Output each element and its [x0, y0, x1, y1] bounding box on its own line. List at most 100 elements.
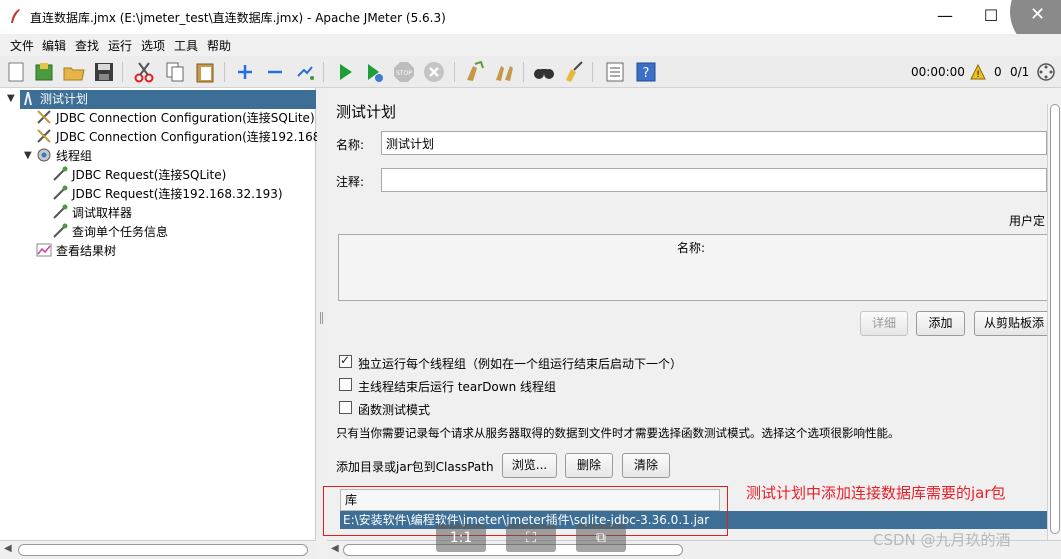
sampler-pipette-icon — [53, 166, 68, 181]
teardown-on-shutdown-label: 主线程结束后运行 tearDown 线程组 — [358, 380, 557, 394]
start-icon[interactable] — [333, 60, 357, 84]
elapsed-timer: 00:00:00 — [911, 65, 965, 79]
tree-item-jdbc-config-sqlite[interactable]: JDBC Connection Configuration(连接SQLite) — [36, 109, 315, 128]
tree-item-view-results-tree[interactable]: 查看结果树 — [36, 242, 116, 261]
remote-status-icon[interactable] — [1036, 62, 1056, 82]
scroll-left-arrow-icon[interactable]: ◀ — [331, 543, 339, 554]
title-bar: 直连数据库.jmx (E:\jmeter_test\直连数据库.jmx) - A… — [0, 0, 1061, 52]
clear-all-icon[interactable] — [493, 60, 517, 84]
config-wrench-icon — [37, 110, 51, 124]
pane-splitter[interactable] — [317, 88, 327, 540]
user-variables-table[interactable]: 名称: — [338, 234, 1050, 301]
tree-toggle-icon[interactable]: ▼ — [7, 93, 15, 104]
detail-button[interactable]: 详细 — [860, 311, 908, 336]
tree-item-query-task[interactable]: 查询单个任务信息 — [52, 223, 168, 242]
browse-button[interactable]: 浏览... — [502, 453, 557, 478]
toolbar-separator — [592, 62, 593, 82]
splitter-grip[interactable] — [320, 312, 323, 324]
panel-heading: 测试计划 — [336, 103, 397, 121]
user-defined-variables-label: 用户定 — [1009, 214, 1046, 228]
tree-item-label: 调试取样器 — [72, 206, 133, 220]
warning-count: 0 — [994, 65, 1002, 79]
delete-button[interactable]: 删除 — [565, 453, 613, 478]
comment-input[interactable] — [381, 168, 1047, 192]
toolbar-separator — [122, 62, 123, 82]
start-no-pause-icon[interactable] — [362, 60, 386, 84]
run-groups-consecutively-label: 独立运行每个线程组（例如在一个组运行结束后启动下一个） — [358, 357, 683, 371]
tree-item-label: 查看结果树 — [56, 244, 117, 258]
tree-item-jdbc-request-remote[interactable]: JDBC Request(连接192.168.32.193) — [52, 185, 283, 204]
templates-icon[interactable] — [32, 60, 56, 84]
tree-item-label: JDBC Connection Configuration(连接SQLite) — [56, 111, 315, 125]
sampler-pipette-icon — [53, 204, 68, 219]
expand-icon[interactable] — [233, 60, 257, 84]
tree-item-debug-sampler[interactable]: 调试取样器 — [52, 204, 132, 223]
clear-button[interactable]: 清除 — [622, 453, 670, 478]
comment-label: 注释: — [336, 175, 365, 189]
watermark: CSDN @九月玖的酒 — [873, 531, 1011, 549]
active-threads: 0/1 — [1010, 65, 1030, 79]
functional-test-mode-checkbox[interactable] — [339, 401, 352, 414]
scrollbar-thumb[interactable] — [1050, 104, 1060, 534]
tree-toggle-icon[interactable]: ▼ — [24, 150, 32, 161]
test-plan-icon — [24, 92, 32, 105]
add-from-clipboard-button[interactable]: 从剪贴板添 — [974, 311, 1054, 336]
scrollbar-thumb[interactable] — [18, 544, 308, 556]
menu-run[interactable]: 运行 — [108, 37, 132, 54]
tree-item-label: 线程组 — [56, 149, 93, 163]
scroll-left-arrow-icon[interactable]: ◀ — [4, 543, 12, 554]
window-title: 直连数据库.jmx (E:\jmeter_test\直连数据库.jmx) - A… — [30, 11, 446, 25]
name-label: 名称: — [336, 138, 365, 152]
toolbar-separator — [323, 62, 324, 82]
save-icon[interactable] — [92, 60, 116, 84]
functional-test-mode-label: 函数测试模式 — [358, 403, 431, 417]
search-icon[interactable] — [532, 60, 556, 84]
crop-button[interactable]: ⧉ — [576, 524, 626, 552]
svg-text:?: ? — [643, 66, 650, 81]
new-icon[interactable] — [4, 60, 28, 84]
shutdown-icon[interactable] — [422, 60, 446, 84]
reset-search-icon[interactable] — [562, 60, 586, 84]
menu-edit[interactable]: 编辑 — [42, 37, 66, 54]
clear-icon[interactable] — [463, 60, 487, 84]
tree-item-test-plan[interactable]: 测试计划 — [20, 90, 316, 109]
paste-icon[interactable] — [193, 60, 217, 84]
tree-horizontal-scrollbar[interactable]: ◀ — [0, 540, 316, 559]
run-groups-consecutively-checkbox[interactable] — [339, 353, 352, 368]
name-input[interactable]: 测试计划 — [381, 131, 1047, 155]
cut-icon[interactable] — [132, 60, 156, 84]
tree-item-thread-group[interactable]: 线程组 — [36, 147, 92, 166]
panel-vertical-scrollbar[interactable] — [1047, 104, 1061, 544]
menu-search[interactable]: 查找 — [75, 37, 99, 54]
maximize-button[interactable]: ☐ — [968, 2, 1014, 32]
teardown-on-shutdown-checkbox[interactable] — [339, 378, 352, 391]
tree-item-label: 查询单个任务信息 — [72, 225, 169, 239]
actual-size-button[interactable]: 1:1 — [436, 524, 486, 552]
menu-file[interactable]: 文件 — [10, 37, 34, 54]
tree-item-jdbc-request-sqlite[interactable]: JDBC Request(连接SQLite) — [52, 166, 226, 185]
toolbar: STOP ? 00:00:00 ! 0 0/1 — [0, 56, 1061, 88]
warning-icon[interactable]: ! — [970, 64, 986, 80]
collapse-icon[interactable] — [263, 60, 287, 84]
svg-text:STOP: STOP — [396, 70, 412, 77]
menu-help[interactable]: 帮助 — [207, 37, 231, 54]
chart-icon — [36, 243, 52, 257]
menu-options[interactable]: 选项 — [141, 37, 165, 54]
stop-icon[interactable]: STOP — [392, 60, 416, 84]
close-icon[interactable]: ✕ — [1030, 4, 1045, 25]
fit-screen-button[interactable]: ⛶ — [506, 524, 556, 552]
toggle-icon[interactable] — [293, 60, 317, 84]
svg-text:!: ! — [976, 70, 980, 80]
toolbar-separator — [523, 62, 524, 82]
copy-icon[interactable] — [163, 60, 187, 84]
menu-tools[interactable]: 工具 — [174, 37, 198, 54]
help-icon[interactable]: ? — [634, 60, 658, 84]
function-helper-icon[interactable] — [603, 60, 627, 84]
open-icon[interactable] — [62, 60, 86, 84]
functional-mode-hint: 只有当你需要记录每个请求从服务器取得的数据到文件时才需要选择函数测试模式。选择这… — [336, 426, 900, 440]
test-plan-tree: ▼ 测试计划 JDBC Connection Configuration(连接S… — [0, 88, 371, 540]
config-wrench-icon — [37, 129, 51, 143]
add-button[interactable]: 添加 — [916, 311, 965, 336]
minimize-button[interactable]: — — [922, 2, 968, 32]
tree-item-label: JDBC Request(连接192.168.32.193) — [72, 187, 283, 201]
